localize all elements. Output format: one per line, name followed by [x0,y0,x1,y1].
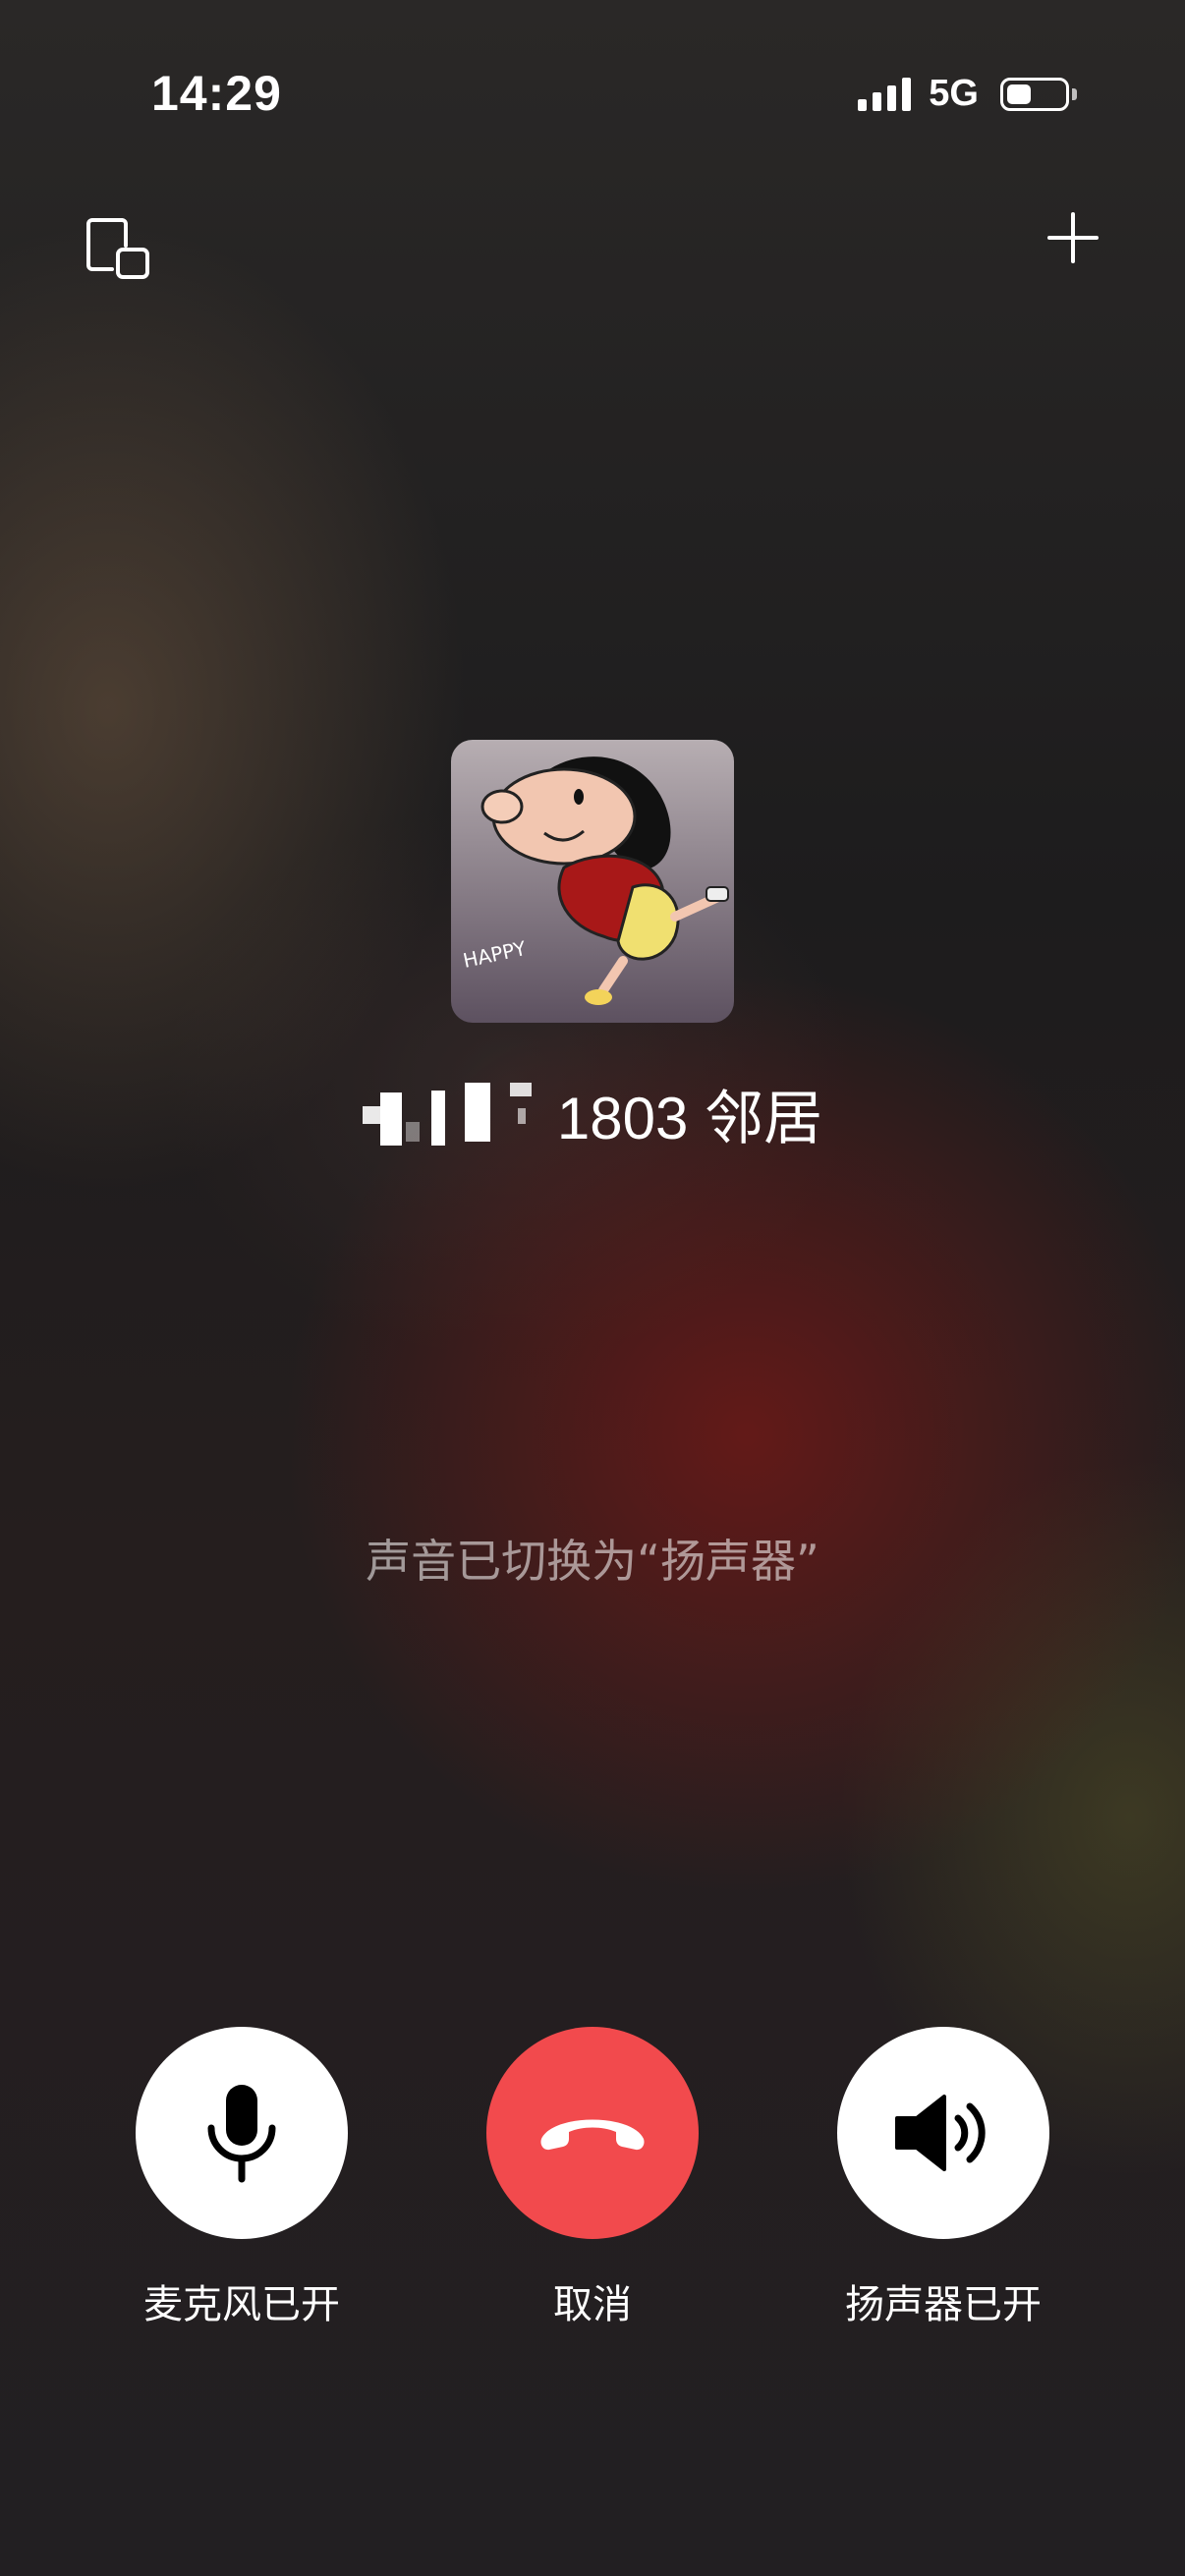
battery-icon [1000,77,1069,111]
audio-route-notice: 声音已切换为“扬声器” [366,1535,819,1588]
phone-hangup-icon [540,2119,645,2151]
microphone-label: 麦克风已开 [143,2282,340,2327]
hangup-control[interactable]: 取消 [465,2027,720,2329]
speaker-icon [895,2095,986,2171]
caller-info: 1803 邻居 [0,1071,1185,1156]
redacted-name [362,1082,536,1146]
speaker-control[interactable]: 扬声器已开 [816,2027,1071,2329]
battery-cap [1072,87,1077,100]
floating-window-button[interactable] [83,212,155,285]
cartoon-avatar-image: HAPPY [451,740,734,1023]
add-participant-button[interactable] [1044,208,1102,267]
speaker-button[interactable] [837,2027,1049,2239]
network-type: 5G [929,73,979,114]
microphone-icon [207,2085,276,2183]
call-controls: 麦克风已开 取消 扬声器已开 [0,2027,1185,2341]
microphone-button[interactable] [136,2027,348,2239]
hangup-label: 取消 [553,2282,632,2327]
speaker-label: 扬声器已开 [845,2282,1042,2327]
status-indicators: 5G [858,73,1077,115]
microphone-control[interactable]: 麦克风已开 [114,2027,369,2329]
signal-icon [858,77,912,111]
caller-name: 1803 邻居 [556,1086,823,1151]
status-time: 14:29 [151,66,282,121]
floating-window-icon [86,218,149,279]
caller-avatar: HAPPY [451,740,734,1023]
hangup-button[interactable] [486,2027,699,2239]
